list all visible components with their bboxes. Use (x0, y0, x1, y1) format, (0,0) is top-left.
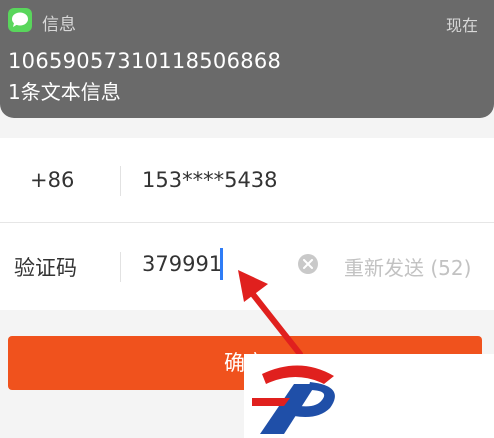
resend-code-button[interactable]: 重新发送 (52) (344, 252, 471, 281)
code-label: 验证码 (14, 256, 77, 280)
field-separator (120, 252, 121, 282)
annotation-arrow-icon (238, 270, 303, 357)
sms-notification-banner[interactable]: 信息 现在 10659057310118506868 1条文本信息 (0, 0, 494, 118)
notification-app-name: 信息 (42, 15, 76, 35)
phone-number: 153****5438 (142, 168, 278, 192)
notification-body: 1条文本信息 (8, 80, 121, 104)
notification-sender: 10659057310118506868 (8, 49, 282, 73)
field-separator (120, 166, 121, 196)
row-divider (0, 222, 494, 223)
country-code: +86 (30, 168, 75, 192)
notification-time: 现在 (445, 16, 478, 35)
phone-row: +86 153****5438 (0, 138, 494, 222)
watermark-logo (244, 354, 494, 438)
text-cursor (220, 248, 223, 280)
messages-icon (8, 8, 32, 32)
